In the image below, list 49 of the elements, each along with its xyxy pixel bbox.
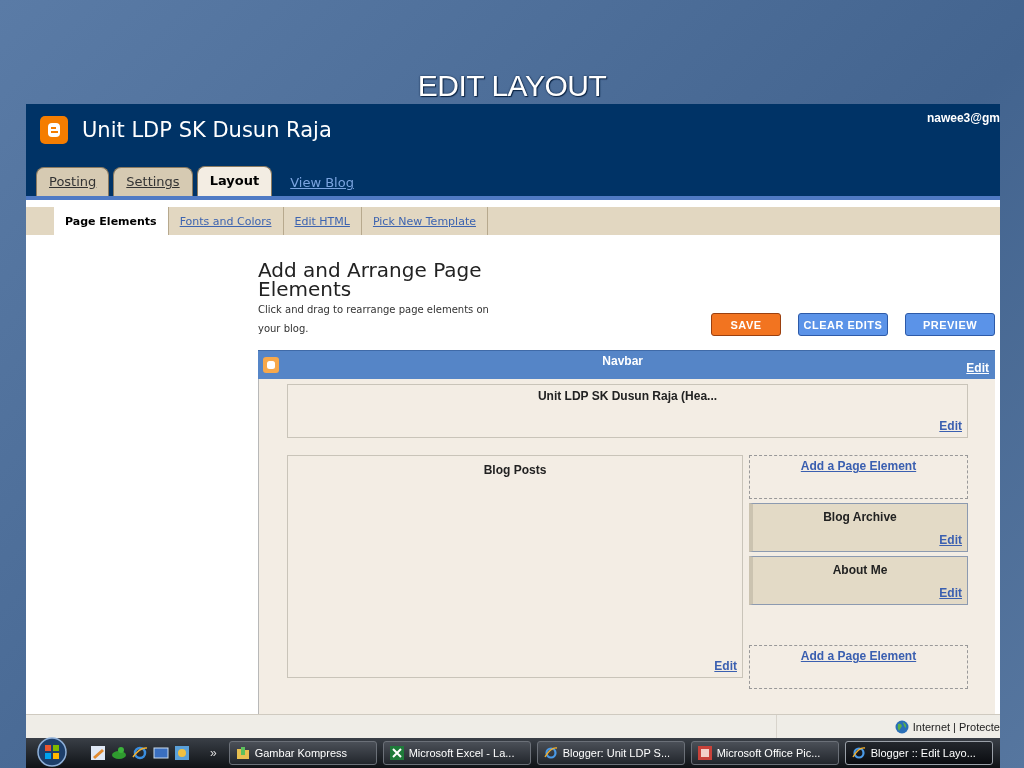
blog-title: Unit LDP SK Dusun Raja — [82, 118, 332, 142]
notepad-icon[interactable] — [90, 745, 106, 761]
globe-icon — [894, 719, 909, 734]
picture-icon — [697, 746, 712, 760]
browser-icon[interactable] — [132, 745, 148, 761]
edit-link[interactable]: Edit — [939, 533, 962, 547]
element-title: About Me — [832, 563, 888, 577]
add-page-element-link[interactable]: Add a Page Element — [800, 459, 917, 473]
edit-link[interactable]: Edit — [714, 659, 737, 673]
more-button[interactable]: » — [210, 746, 217, 760]
taskbar-button[interactable]: Microsoft Office Pic... — [690, 741, 839, 765]
element-title: Unit LDP SK Dusun Raja (Hea... — [537, 389, 718, 403]
tab[interactable]: Settings — [113, 167, 193, 196]
edit-link[interactable]: Edit — [939, 586, 962, 600]
widget-element[interactable]: Blog Archive Edit — [749, 503, 968, 552]
description: Click and drag to rearrange page elements on your blog. — [258, 303, 490, 336]
security-zone: Internet | Protecte — [912, 720, 1000, 733]
view-blog-link[interactable]: View Blog — [276, 175, 368, 196]
subtab[interactable]: Pick New Template — [361, 207, 488, 235]
blogger-logo-icon — [40, 116, 68, 144]
add-page-element-link[interactable]: Add a Page Element — [800, 649, 917, 663]
subtab[interactable]: Fonts and Colors — [168, 207, 284, 235]
taskbar-button[interactable]: Gambar Kompress — [228, 741, 377, 765]
widget-element[interactable]: About Me Edit — [749, 556, 968, 605]
blog-posts-element[interactable]: Blog Posts Edit — [287, 455, 743, 678]
account-email: nawee3@gm — [926, 111, 1000, 125]
header-element[interactable]: Unit LDP SK Dusun Raja (Hea... Edit — [287, 384, 968, 438]
subtab[interactable]: Edit HTML — [283, 207, 362, 235]
taskbar-button[interactable]: Blogger :: Edit Layo... — [844, 741, 993, 765]
navbar-title: Navbar — [601, 354, 644, 368]
taskbar-button[interactable]: Blogger: Unit LDP S... — [536, 741, 685, 765]
taskbar-button[interactable]: Microsoft Excel - La... — [382, 741, 531, 765]
spreadsheet-icon — [389, 746, 404, 760]
folder-icon — [235, 746, 250, 760]
page-heading: Add and Arrange Page Elements — [258, 261, 483, 299]
slide-title: EDIT LAYOUT — [416, 68, 608, 104]
browser-icon — [851, 746, 866, 760]
edit-link[interactable]: Edit — [966, 361, 989, 375]
element-title: Blog Posts — [483, 463, 547, 477]
blogger-logo-icon — [263, 357, 279, 373]
edit-link[interactable]: Edit — [939, 419, 962, 433]
tab[interactable]: Layout — [196, 166, 273, 196]
element-title: Blog Archive — [823, 510, 897, 524]
picture-icon[interactable] — [174, 745, 190, 761]
start-button-icon[interactable] — [34, 737, 70, 767]
subtab[interactable]: Page Elements — [54, 207, 169, 235]
tab[interactable]: Posting — [36, 167, 110, 196]
browser-icon — [543, 746, 558, 760]
desktop-icon[interactable] — [153, 745, 169, 761]
